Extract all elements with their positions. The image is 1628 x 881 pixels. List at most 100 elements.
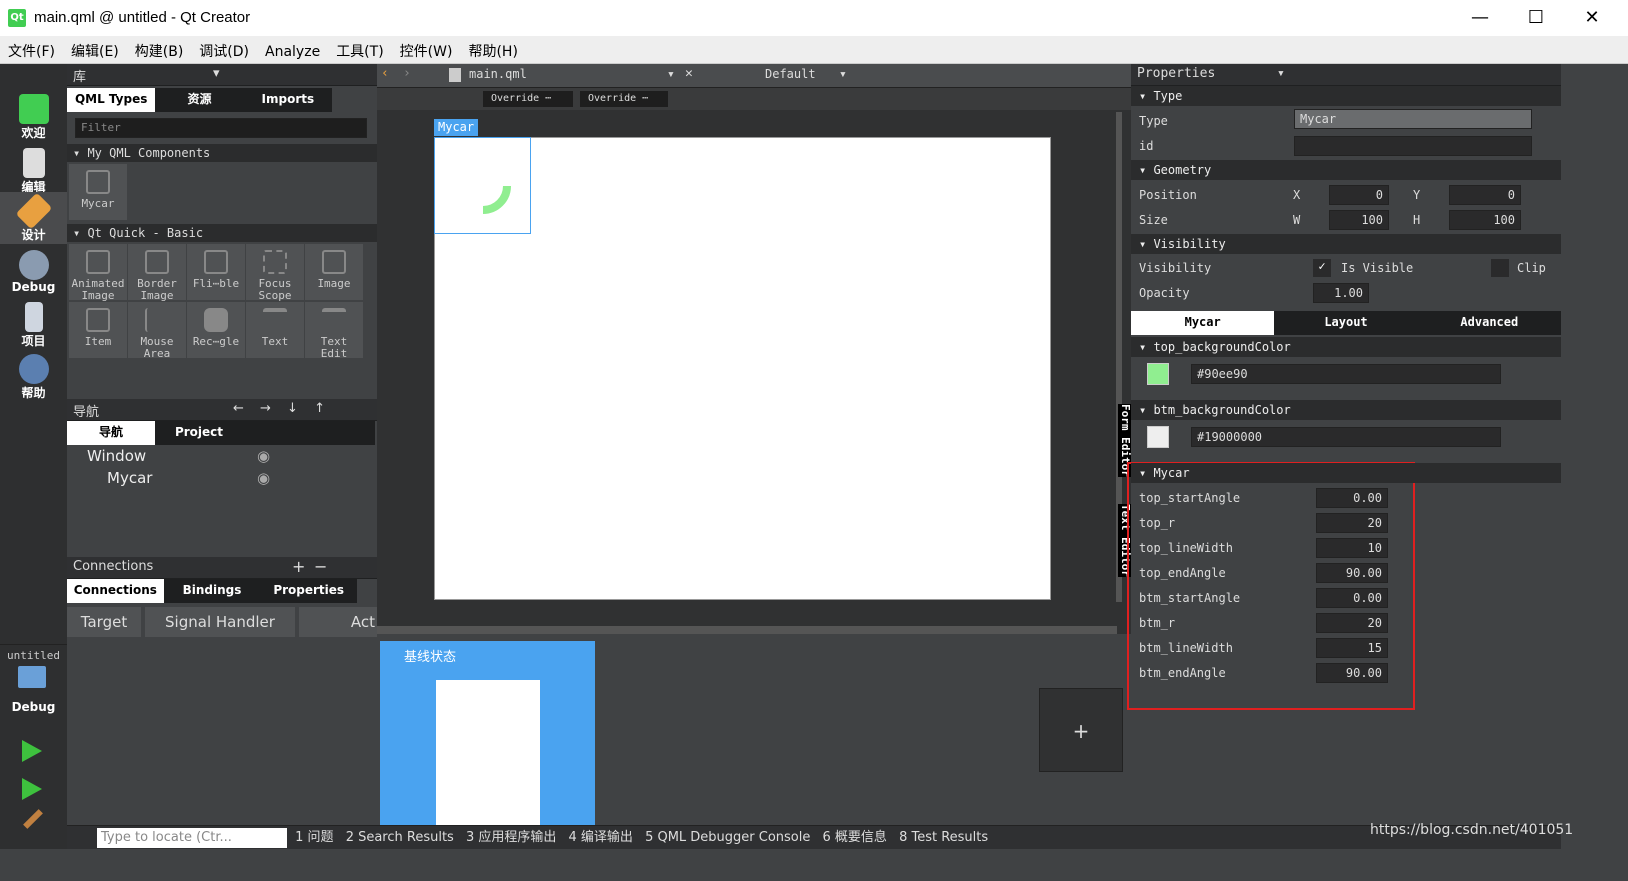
tab-resources[interactable]: 资源: [155, 88, 243, 112]
mode-projects[interactable]: 项目: [0, 298, 67, 350]
pane-app-output[interactable]: 3 应用程序输出: [462, 828, 560, 848]
top-line-width-spinbox[interactable]: 10: [1316, 538, 1388, 558]
tab-layout[interactable]: Layout: [1274, 311, 1417, 335]
config-select[interactable]: Default: [765, 67, 816, 81]
btm-end-angle-spinbox[interactable]: 90.00: [1316, 663, 1388, 683]
column-target[interactable]: Target: [67, 607, 141, 637]
chevron-down-icon[interactable]: ▾: [839, 67, 847, 82]
btm-r-spinbox[interactable]: 20: [1316, 613, 1388, 633]
mode-design[interactable]: 设计: [0, 192, 67, 244]
close-button[interactable]: ✕: [1564, 0, 1620, 36]
section-mycar[interactable]: ▾ Mycar: [1131, 463, 1561, 483]
override-height[interactable]: Override ⋯: [580, 91, 668, 107]
clip-checkbox[interactable]: [1491, 259, 1509, 277]
forward-icon[interactable]: ›: [403, 66, 411, 81]
menu-analyze[interactable]: Analyze: [257, 39, 328, 60]
component-text[interactable]: Text: [246, 302, 304, 358]
btm-color-field[interactable]: #19000000: [1191, 427, 1501, 447]
btm-color-swatch[interactable]: [1147, 426, 1169, 448]
top-color-swatch[interactable]: [1147, 363, 1169, 385]
component-focus-scope[interactable]: Focus Scope: [246, 244, 304, 302]
eye-icon[interactable]: ◉: [257, 445, 270, 467]
section-btm-bg[interactable]: ▾ btm_backgroundColor: [1131, 400, 1561, 420]
component-flickable[interactable]: Fli⋯ble: [187, 244, 245, 300]
add-icon[interactable]: +: [292, 557, 305, 576]
section-type[interactable]: ▾ Type: [1131, 86, 1561, 106]
tab-qml-types[interactable]: QML Types: [67, 88, 156, 112]
visible-checkbox[interactable]: ✓: [1313, 259, 1331, 277]
base-state[interactable]: 基线状态: [380, 641, 595, 825]
selection-box[interactable]: [434, 137, 531, 234]
eye-icon[interactable]: ◉: [257, 467, 270, 489]
tab-bindings[interactable]: Bindings: [164, 579, 261, 603]
file-name[interactable]: main.qml: [469, 67, 527, 81]
menu-edit[interactable]: 编辑(E): [63, 36, 127, 61]
hammer-icon[interactable]: [23, 809, 43, 829]
btm-start-angle-spinbox[interactable]: 0.00: [1316, 588, 1388, 608]
pane-general-messages[interactable]: 6 概要信息: [819, 828, 891, 848]
mode-debug[interactable]: Debug: [0, 246, 67, 298]
top-start-angle-spinbox[interactable]: 0.00: [1316, 488, 1388, 508]
tab-properties[interactable]: Properties: [260, 579, 357, 603]
component-animated-image[interactable]: Animated Image: [69, 244, 127, 302]
design-canvas[interactable]: [434, 137, 1051, 600]
top-color-field[interactable]: #90ee90: [1191, 364, 1501, 384]
menu-debug[interactable]: 调试(D): [191, 36, 257, 61]
id-field[interactable]: [1294, 136, 1532, 156]
pane-test-results[interactable]: 8 Test Results: [895, 828, 992, 848]
component-rectangle[interactable]: Rec⋯gle: [187, 302, 245, 358]
horizontal-scrollbar[interactable]: [377, 626, 1117, 634]
chevron-down-icon[interactable]: ▾: [213, 66, 220, 81]
section-qt-quick-basic[interactable]: ▾ Qt Quick - Basic: [67, 224, 377, 242]
pane-compile-output[interactable]: 4 编译输出: [565, 828, 637, 848]
menu-tools[interactable]: 工具(T): [328, 36, 391, 61]
tab-connections[interactable]: Connections: [67, 579, 164, 603]
override-width[interactable]: Override ⋯: [483, 91, 573, 107]
locate-input[interactable]: Type to locate (Ctr...: [97, 828, 287, 848]
tab-mycar[interactable]: Mycar: [1131, 311, 1275, 335]
tab-imports[interactable]: Imports: [244, 88, 332, 112]
type-field[interactable]: Mycar: [1294, 109, 1532, 129]
section-geometry[interactable]: ▾ Geometry: [1131, 160, 1561, 180]
menu-build[interactable]: 构建(B): [127, 36, 192, 61]
mode-welcome[interactable]: 欢迎: [0, 90, 67, 142]
section-my-components[interactable]: ▾ My QML Components: [67, 144, 377, 162]
computer-icon[interactable]: [18, 666, 46, 688]
menu-controls[interactable]: 控件(W): [392, 36, 461, 61]
section-visibility[interactable]: ▾ Visibility: [1131, 234, 1561, 254]
back-icon[interactable]: ‹: [381, 66, 389, 81]
component-border-image[interactable]: Border Image: [128, 244, 186, 302]
chevron-down-icon[interactable]: ▾: [1277, 66, 1285, 81]
tab-project[interactable]: Project: [155, 421, 243, 445]
opacity-spinbox[interactable]: 1.00: [1313, 283, 1369, 303]
height-spinbox[interactable]: 100: [1449, 210, 1521, 230]
width-spinbox[interactable]: 100: [1329, 210, 1389, 230]
chevron-down-icon[interactable]: ▾: [667, 67, 675, 82]
close-file-icon[interactable]: ✕: [685, 66, 693, 81]
top-r-spinbox[interactable]: 20: [1316, 513, 1388, 533]
section-top-bg[interactable]: ▾ top_backgroundColor: [1131, 337, 1561, 357]
debug-run-icon[interactable]: [22, 778, 42, 800]
component-image[interactable]: Image: [305, 244, 363, 300]
component-text-edit[interactable]: Text Edit: [305, 302, 363, 360]
y-spinbox[interactable]: 0: [1449, 185, 1521, 205]
tab-advanced[interactable]: Advanced: [1418, 311, 1561, 335]
remove-icon[interactable]: −: [314, 557, 327, 576]
run-icon[interactable]: [22, 740, 42, 762]
nav-arrows-icon[interactable]: ← → ↓ ↑: [233, 401, 331, 416]
component-item[interactable]: Item: [69, 302, 127, 358]
x-spinbox[interactable]: 0: [1329, 185, 1389, 205]
top-end-angle-spinbox[interactable]: 90.00: [1316, 563, 1388, 583]
nav-item-mycar[interactable]: Mycar ◉: [67, 467, 377, 489]
nav-item-window[interactable]: Window ◉: [67, 445, 377, 467]
pane-issues[interactable]: 1 问题: [291, 828, 337, 848]
add-state-button[interactable]: +: [1039, 688, 1123, 772]
mode-edit[interactable]: 编辑: [0, 144, 67, 196]
pane-qml-debugger[interactable]: 5 QML Debugger Console: [641, 828, 814, 848]
tab-navigator[interactable]: 导航: [67, 421, 155, 445]
menu-file[interactable]: 文件(F): [0, 36, 63, 61]
library-filter-input[interactable]: Filter: [75, 118, 367, 138]
component-mouse-area[interactable]: Mouse Area: [128, 302, 186, 360]
btm-line-width-spinbox[interactable]: 15: [1316, 638, 1388, 658]
component-mycar[interactable]: Mycar: [69, 164, 127, 220]
